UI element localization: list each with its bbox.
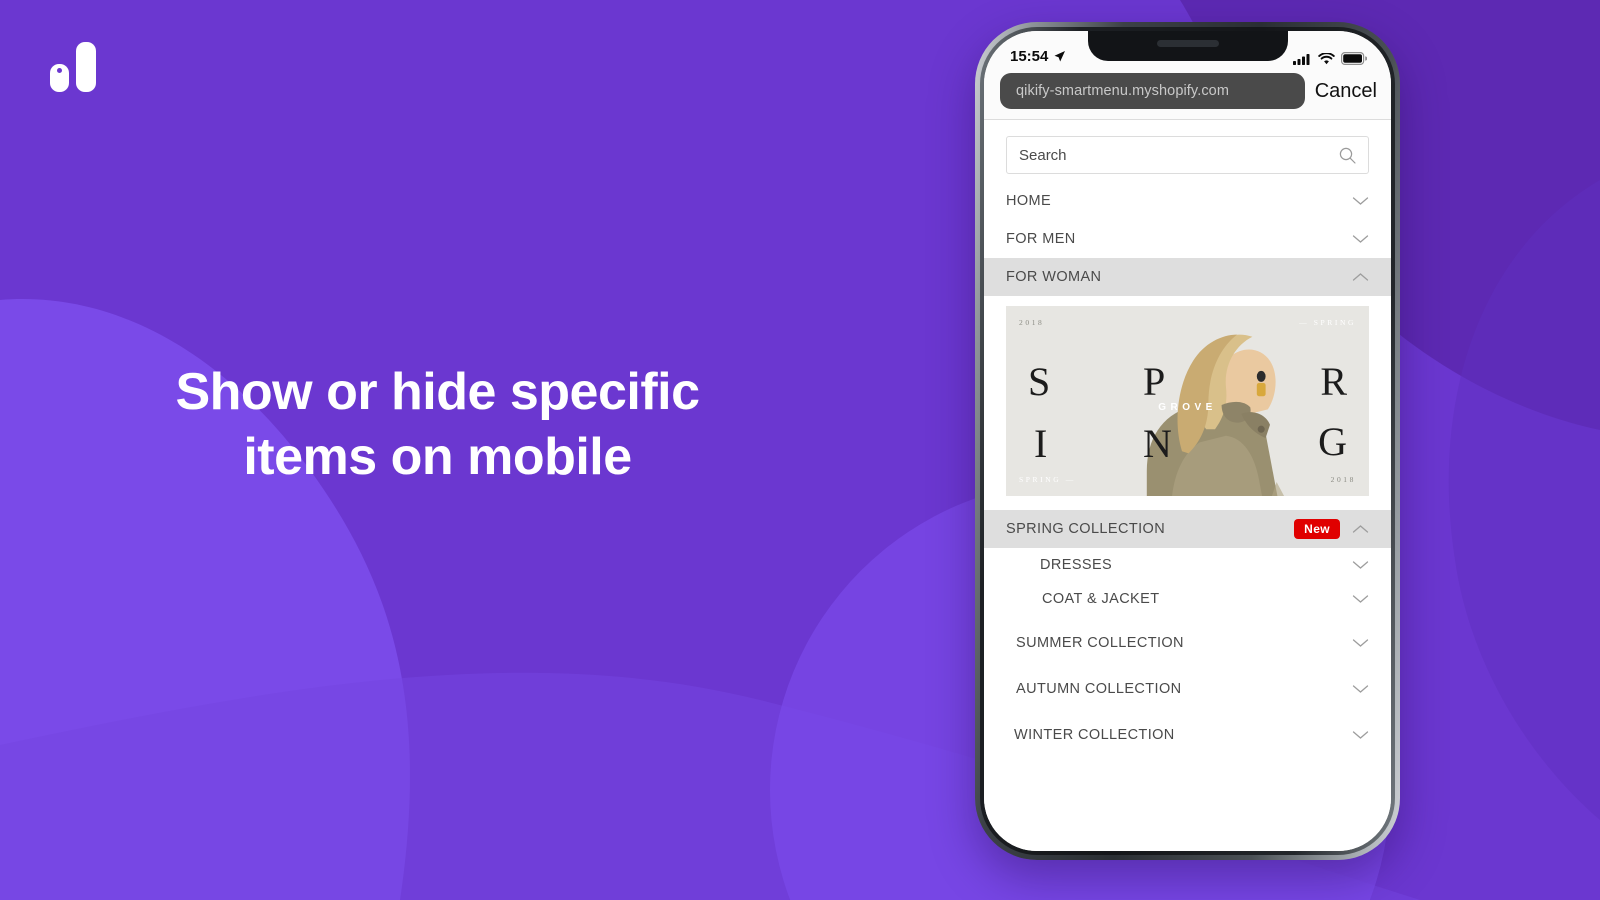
battery-icon [1341,52,1367,65]
menu-item-spring-collection[interactable]: SPRING COLLECTION New [984,510,1391,548]
location-arrow-icon [1054,51,1066,62]
chevron-down-icon[interactable] [1352,638,1369,648]
menu-item-for-woman[interactable]: FOR WOMAN [984,258,1391,296]
menu-item-label: HOME [1006,193,1052,209]
wifi-icon [1318,52,1335,64]
chevron-down-icon[interactable] [1352,684,1369,694]
banner-corner-bottom-right: 2018 [1330,475,1356,484]
menu-item-coat-and-jacket[interactable]: COAT & JACKET [984,582,1391,616]
chevron-down-icon[interactable] [1352,594,1369,604]
browser-url-bar: qikify-smartmenu.myshopify.com Cancel [984,69,1391,120]
promo-banner[interactable]: 2018 — SPRING SPRING — 2018 S P R I N G … [1006,306,1369,496]
search-input[interactable]: Search [1006,136,1369,174]
logo-tall-bar [76,42,96,92]
banner-brand-overlay: GROVE [1158,402,1217,413]
banner-corner-bottom-left: SPRING — [1019,475,1076,484]
status-time-group: 15:54 [1010,48,1066,65]
cellular-signal-icon [1293,53,1310,65]
url-text: qikify-smartmenu.myshopify.com [1016,83,1230,99]
phone-mockup: 15:54 qikify-smartmenu.myshopify.com Can… [975,22,1400,860]
menu-item-autumn-collection[interactable]: AUTUMN COLLECTION [984,670,1391,708]
menu-item-label: SUMMER COLLECTION [1016,635,1184,651]
menu-item-home[interactable]: HOME [984,182,1391,220]
logo-dot [57,68,62,73]
headline-line-1: Show or hide specific [175,363,700,421]
web-page-content: Search HOME FOR MEN FOR WOMAN 2018 — SPR… [984,120,1391,851]
chevron-down-icon[interactable] [1352,196,1369,206]
menu-item-dresses[interactable]: DRESSES [984,548,1391,582]
chevron-down-icon[interactable] [1352,730,1369,740]
promo-banner-section: 2018 — SPRING SPRING — 2018 S P R I N G … [984,296,1391,510]
menu-item-label: AUTUMN COLLECTION [1016,681,1182,697]
chevron-down-icon[interactable] [1352,560,1369,570]
phone-bezel: 15:54 qikify-smartmenu.myshopify.com Can… [980,27,1395,855]
menu-item-for-men[interactable]: FOR MEN [984,220,1391,258]
chevron-down-icon[interactable] [1352,234,1369,244]
menu-list-submenu: SPRING COLLECTION New DRESSES COAT & JAC… [984,510,1391,754]
phone-screen: 15:54 qikify-smartmenu.myshopify.com Can… [984,31,1391,851]
banner-letter-i: I [1034,421,1048,466]
menu-item-winter-collection[interactable]: WINTER COLLECTION [984,716,1391,754]
earpiece-speaker [1156,40,1219,47]
qikify-logo[interactable] [50,42,96,92]
banner-typography: 2018 — SPRING SPRING — 2018 S P R I N G … [1006,306,1369,496]
banner-corner-top-right: — SPRING [1299,318,1356,327]
chevron-up-icon[interactable] [1352,272,1369,282]
status-icons-group [1293,52,1367,65]
chevron-up-icon[interactable] [1352,524,1369,534]
menu-item-label: COAT & JACKET [1042,591,1160,607]
menu-list-primary: HOME FOR MEN FOR WOMAN [984,182,1391,296]
search-placeholder: Search [1019,146,1067,164]
cancel-button[interactable]: Cancel [1315,80,1379,103]
menu-item-label: FOR MEN [1006,231,1076,247]
banner-corner-top-left: 2018 [1019,318,1045,327]
status-badge: New [1294,519,1340,539]
banner-letter-p: P [1143,359,1166,404]
banner-letter-g: G [1318,419,1347,464]
headline-line-2: items on mobile [243,428,632,486]
menu-item-label: WINTER COLLECTION [1014,727,1175,743]
phone-notch [1087,31,1288,61]
menu-item-label: SPRING COLLECTION [1006,521,1166,537]
search-section: Search [984,120,1391,182]
menu-item-label: FOR WOMAN [1006,269,1102,285]
menu-item-label: DRESSES [1040,557,1113,573]
banner-letter-n: N [1143,421,1172,466]
url-input[interactable]: qikify-smartmenu.myshopify.com [1000,73,1305,109]
banner-letter-s: S [1028,359,1051,404]
search-icon [1339,147,1356,164]
menu-item-summer-collection[interactable]: SUMMER COLLECTION [984,624,1391,662]
status-time: 15:54 [1010,48,1049,65]
banner-letter-r: R [1320,359,1347,404]
menu-item-right-group: New [1294,519,1369,539]
page-title: Show or hide specific items on mobile [110,360,765,490]
